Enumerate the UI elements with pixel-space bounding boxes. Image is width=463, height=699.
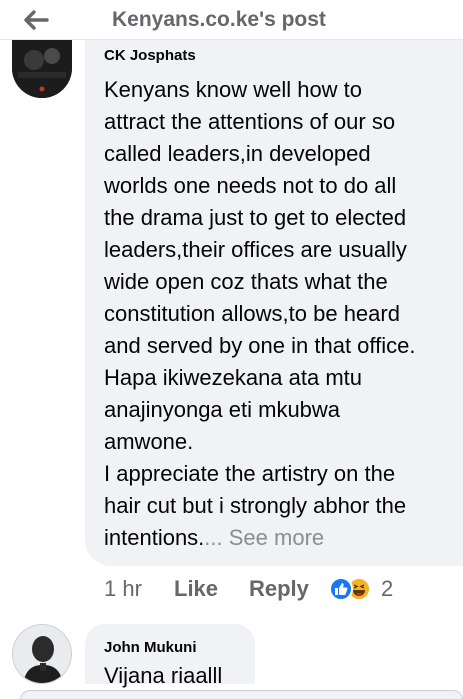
- comment-actions: 1 hr Like Reply 2: [104, 574, 463, 604]
- reactions-summary[interactable]: [329, 576, 377, 602]
- comment-line: leaders,their offices are usually: [104, 237, 407, 262]
- avatar[interactable]: [12, 624, 72, 684]
- comment-author[interactable]: CK Josphats: [104, 50, 196, 64]
- comment-line: worlds one needs not to do all: [104, 173, 397, 198]
- comment-line: attract the attentions of our so: [104, 109, 396, 134]
- see-more-link[interactable]: ... See more: [204, 525, 324, 550]
- comment-line: I appreciate the artistry on the: [104, 461, 396, 486]
- comment-line: amwone.: [104, 429, 194, 454]
- comment-last-text: intentions.: [104, 525, 205, 550]
- comment-line: constitution allows,to be heard: [104, 301, 400, 326]
- comment-line: and served by one in that office.: [104, 333, 416, 358]
- write-comment-input[interactable]: [20, 690, 463, 699]
- comment-line: Kenyans know well how to: [104, 77, 363, 102]
- reaction-count: 2: [381, 576, 394, 601]
- back-button[interactable]: [20, 6, 52, 34]
- comment-text: Vijana riaalll: [104, 663, 223, 688]
- avatar[interactable]: [12, 40, 72, 98]
- comment-line: Hapa ikiwezekana ata mtu: [104, 365, 363, 390]
- like-button[interactable]: Like: [174, 576, 249, 602]
- avatar-image: [13, 625, 71, 683]
- back-arrow-icon: [24, 10, 49, 30]
- comment-timestamp[interactable]: 1 hr: [104, 576, 174, 602]
- comment-text: Kenyans know well how to attract the att…: [104, 74, 456, 554]
- comment-line-last: intentions.... See more: [104, 522, 456, 554]
- comment-line: called leaders,in developed: [104, 141, 371, 166]
- avatar-image: [12, 40, 72, 98]
- reply-button[interactable]: Reply: [249, 576, 329, 602]
- comment-line: the drama just to get to elected: [104, 205, 407, 230]
- comment-line: hair cut but i strongly abhor the: [104, 493, 407, 518]
- comment-line: wide open coz thats what the: [104, 269, 388, 294]
- like-icon: [329, 577, 353, 601]
- page-title: Kenyans.co.ke's post: [112, 8, 326, 31]
- top-bar: Kenyans.co.ke's post: [0, 0, 463, 40]
- comment-line: anajinyonga eti mkubwa: [104, 397, 341, 422]
- comment-author[interactable]: John Mukuni: [104, 639, 197, 656]
